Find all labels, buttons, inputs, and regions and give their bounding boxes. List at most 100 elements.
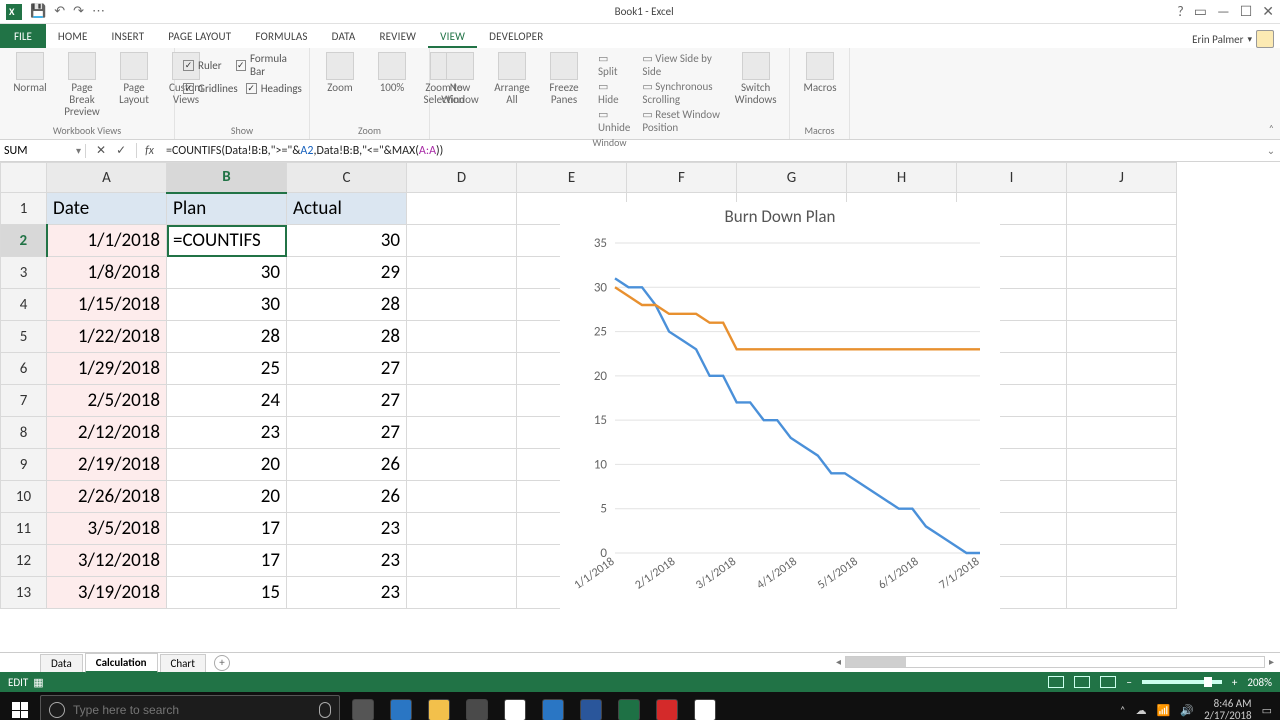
start-button[interactable] — [0, 692, 40, 720]
col-header-A[interactable]: A — [47, 163, 167, 193]
user-area[interactable]: Erin Palmer ▾ — [1192, 30, 1280, 48]
row-header[interactable]: 10 — [1, 481, 47, 513]
cell[interactable] — [1067, 353, 1177, 385]
cell[interactable]: 15 — [167, 577, 287, 609]
taskbar-clock[interactable]: 8:46 AM 2/17/2018 — [1204, 698, 1252, 720]
header-cell[interactable]: Actual — [287, 193, 407, 225]
cell[interactable] — [407, 449, 517, 481]
cell[interactable]: 30 — [287, 225, 407, 257]
col-header-F[interactable]: F — [627, 163, 737, 193]
cell[interactable]: 23 — [167, 417, 287, 449]
zoom-100-button[interactable]: 100% — [370, 52, 414, 94]
cell[interactable] — [407, 513, 517, 545]
cell[interactable]: 23 — [287, 513, 407, 545]
cell[interactable] — [1067, 545, 1177, 577]
search-input[interactable] — [73, 703, 311, 717]
cell[interactable] — [407, 417, 517, 449]
row-header[interactable]: 11 — [1, 513, 47, 545]
tab-insert[interactable]: INSERT — [100, 25, 157, 48]
cell[interactable]: 23 — [287, 545, 407, 577]
tab-file[interactable]: FILE — [0, 24, 46, 48]
volume-icon[interactable]: 🔊 — [1180, 704, 1194, 717]
cell[interactable]: 17 — [167, 545, 287, 577]
undo-icon[interactable]: ↶ — [54, 4, 65, 19]
cell[interactable]: 2/12/2018 — [47, 417, 167, 449]
cell[interactable]: 2/5/2018 — [47, 385, 167, 417]
cell[interactable] — [1067, 225, 1177, 257]
zoom-out-icon[interactable]: − — [1126, 676, 1131, 689]
cell[interactable]: 2/19/2018 — [47, 449, 167, 481]
cell[interactable]: 20 — [167, 449, 287, 481]
switch-windows-button[interactable]: Switch Windows — [730, 52, 781, 106]
row-header[interactable]: 1 — [1, 193, 47, 225]
taskbar-app-word[interactable] — [574, 695, 608, 720]
tab-view[interactable]: VIEW — [428, 25, 477, 48]
cell[interactable] — [1067, 385, 1177, 417]
zoom-level[interactable]: 208% — [1247, 676, 1272, 689]
cell[interactable] — [407, 321, 517, 353]
select-all-corner[interactable] — [1, 163, 47, 193]
formula-cancel-icon[interactable]: ✕ — [96, 143, 106, 158]
tab-data[interactable]: DATA — [320, 25, 368, 48]
cell[interactable]: 25 — [167, 353, 287, 385]
cell[interactable]: 26 — [287, 449, 407, 481]
cell[interactable] — [407, 481, 517, 513]
cell[interactable]: 1/8/2018 — [47, 257, 167, 289]
taskbar-app-recorder[interactable] — [688, 695, 722, 720]
close-icon[interactable]: ✕ — [1262, 3, 1274, 20]
row-header[interactable]: 5 — [1, 321, 47, 353]
collapse-ribbon-icon[interactable]: ˄ — [1269, 122, 1274, 135]
unhide-button[interactable]: ▭ Unhide — [598, 108, 630, 134]
ribbon-options-icon[interactable]: ▭ — [1194, 3, 1207, 20]
cell[interactable]: 23 — [287, 577, 407, 609]
cell[interactable]: 1/1/2018 — [47, 225, 167, 257]
arrange-all-button[interactable]: Arrange All — [490, 52, 534, 106]
page-layout-button[interactable]: Page Layout — [112, 52, 156, 106]
page-break-preview-button[interactable]: Page Break Preview — [60, 52, 104, 118]
synchronous-scrolling-button[interactable]: ▭ Synchronous Scrolling — [642, 80, 722, 106]
taskbar-app-excel[interactable] — [612, 695, 646, 720]
normal-view-icon[interactable] — [1048, 676, 1064, 688]
cell[interactable] — [1067, 481, 1177, 513]
help-icon[interactable]: ? — [1177, 3, 1184, 20]
view-side-by-side-button[interactable]: ▭ View Side by Side — [642, 52, 722, 78]
zoom-in-icon[interactable]: + — [1232, 676, 1237, 689]
name-box[interactable]: SUM▾ — [0, 144, 86, 158]
freeze-panes-button[interactable]: Freeze Panes — [542, 52, 586, 106]
cell[interactable]: 27 — [287, 417, 407, 449]
row-header[interactable]: 7 — [1, 385, 47, 417]
tab-review[interactable]: REVIEW — [367, 25, 428, 48]
cell[interactable] — [407, 257, 517, 289]
sheet-tab-data[interactable]: Data — [40, 654, 83, 672]
tab-developer[interactable]: DEVELOPER — [477, 25, 555, 48]
cell[interactable]: 1/29/2018 — [47, 353, 167, 385]
cell[interactable]: 17 — [167, 513, 287, 545]
cell[interactable] — [407, 353, 517, 385]
cell[interactable]: 20 — [167, 481, 287, 513]
col-header-C[interactable]: C — [287, 163, 407, 193]
cell[interactable] — [407, 577, 517, 609]
cell[interactable] — [1067, 577, 1177, 609]
row-header[interactable]: 4 — [1, 289, 47, 321]
row-header[interactable]: 3 — [1, 257, 47, 289]
cell[interactable] — [407, 385, 517, 417]
save-icon[interactable]: 💾 — [30, 4, 46, 19]
add-sheet-button[interactable]: + — [214, 655, 230, 671]
chart[interactable]: Burn Down Plan 051015202530351/1/20182/1… — [560, 202, 1000, 632]
gridlines-checkbox[interactable]: ✓Gridlines — [183, 82, 238, 95]
ruler-checkbox[interactable]: ✓Ruler — [183, 52, 222, 78]
fx-icon[interactable]: fx — [137, 144, 162, 158]
taskbar-search[interactable] — [40, 695, 340, 720]
taskbar-app-mail[interactable] — [536, 695, 570, 720]
wifi-icon[interactable]: 📶 — [1157, 704, 1171, 717]
cell[interactable]: 2/26/2018 — [47, 481, 167, 513]
col-header-J[interactable]: J — [1067, 163, 1177, 193]
cell[interactable]: 29 — [287, 257, 407, 289]
formula-bar-checkbox[interactable]: ✓Formula Bar — [236, 52, 301, 78]
taskbar-app-task-view[interactable] — [346, 695, 380, 720]
cell[interactable]: 24 — [167, 385, 287, 417]
cell[interactable] — [1067, 417, 1177, 449]
taskbar-app-file-explorer[interactable] — [422, 695, 456, 720]
cell[interactable]: =COUNTIFS — [167, 225, 287, 257]
cell[interactable]: 1/15/2018 — [47, 289, 167, 321]
